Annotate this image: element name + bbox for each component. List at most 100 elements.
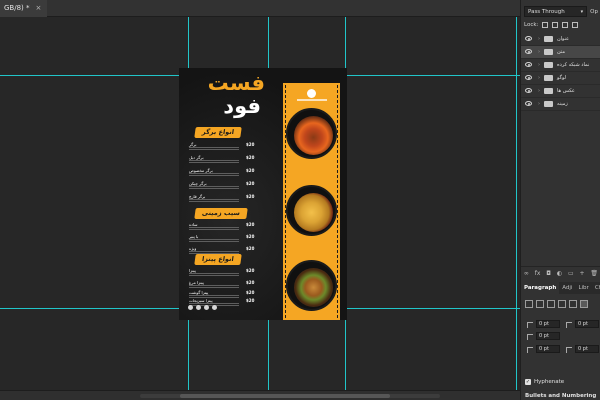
indent-right-field[interactable]: 0 pt [575, 320, 599, 328]
hyphenate-label: Hyphenate [534, 379, 565, 385]
indent-left-icon [527, 322, 533, 328]
layer-name: عنوان [557, 36, 570, 42]
menu-item-description [189, 186, 239, 189]
menu-item: برگر مخصوص $20 [189, 168, 257, 178]
eye-icon[interactable] [525, 101, 532, 106]
layer-name: نماد شبکه کرده [557, 62, 590, 68]
telegram-icon [196, 305, 201, 310]
eye-icon[interactable] [525, 75, 532, 80]
pizza-burger-photo [286, 260, 337, 311]
chevron-right-icon[interactable]: › [538, 75, 540, 81]
blend-mode-select[interactable]: Pass Through ▾ [524, 6, 588, 17]
phone-icon [212, 305, 217, 310]
space-before-icon [527, 347, 533, 353]
mask-icon[interactable]: ◘ [546, 270, 551, 277]
align-left-icon[interactable] [525, 300, 533, 308]
burger-image [294, 116, 333, 155]
link-icon[interactable]: ∞ [524, 270, 529, 277]
layer-name: عکس ها [557, 88, 575, 94]
checkbox-checked-icon[interactable]: ✓ [525, 379, 531, 385]
group-icon[interactable]: ▭ [568, 270, 574, 277]
layer-row[interactable]: › زمینه [521, 98, 600, 111]
orange-side-strip [283, 83, 340, 320]
menu-item-price: $20 [246, 142, 255, 147]
chevron-right-icon[interactable]: › [538, 49, 540, 55]
lock-position-icon[interactable] [562, 22, 569, 28]
blend-controls: Pass Through ▾ Op [524, 6, 598, 17]
new-layer-icon[interactable]: + [579, 270, 584, 277]
tab-libraries[interactable]: Libr [575, 282, 591, 294]
justify-left-icon[interactable] [558, 300, 566, 308]
food-combo-image [294, 268, 333, 307]
scrollbar-thumb[interactable] [180, 394, 390, 398]
layer-name: لوگو [557, 75, 567, 81]
space-after-field[interactable]: 0 pt [575, 345, 599, 353]
eye-icon[interactable] [525, 88, 532, 93]
section-badge-fries: سیب زمینی [194, 208, 248, 219]
justify-center-icon[interactable] [569, 300, 577, 308]
menu-item: برگر $20 [189, 142, 257, 152]
fries-image [294, 193, 333, 232]
menu-item: پیتزا $20 [189, 268, 257, 278]
folder-icon [544, 49, 553, 55]
section-badge-burgers: انواع برگر [194, 127, 242, 138]
first-line-indent-field[interactable]: 0 pt [536, 332, 560, 340]
fx-icon[interactable]: fx [535, 270, 541, 277]
document-tab-bar: GB/8) * × [0, 0, 520, 17]
tab-character[interactable]: Cha [592, 282, 600, 294]
menu-item-price: $20 [246, 290, 255, 295]
section-badge-pizza: انواع پیتزا [194, 254, 242, 265]
indent-right-icon [566, 322, 572, 328]
layer-name: متن [557, 49, 565, 55]
tab-paragraph[interactable]: Paragraph [521, 282, 560, 294]
menu-item-description [189, 147, 239, 150]
tab-adjustments[interactable]: Adji [559, 282, 575, 294]
folder-icon [544, 101, 553, 107]
layer-row[interactable]: › عکس ها [521, 85, 600, 98]
status-bar [0, 390, 520, 400]
chevron-right-icon[interactable]: › [538, 36, 540, 42]
close-icon[interactable]: × [36, 0, 42, 17]
space-after-icon [566, 347, 572, 353]
menu-item-price: $20 [246, 181, 255, 186]
canvas-area[interactable]: فست فود انواع برگر برگر $20 برگر دبل $20 ب… [0, 17, 520, 390]
guide-vertical[interactable] [516, 17, 517, 390]
align-center-icon[interactable] [536, 300, 544, 308]
chevron-right-icon[interactable]: › [538, 101, 540, 107]
trash-icon[interactable]: 🗑 [590, 270, 598, 277]
menu-item-price: $20 [246, 194, 255, 199]
chevron-right-icon[interactable]: › [538, 62, 540, 68]
menu-item-description [189, 173, 239, 176]
lock-transparency-icon[interactable] [542, 22, 549, 28]
chevron-right-icon[interactable]: › [538, 88, 540, 94]
layer-row[interactable]: › لوگو [521, 72, 600, 85]
eye-icon[interactable] [525, 36, 532, 41]
align-right-icon[interactable] [547, 300, 555, 308]
justify-right-icon[interactable] [580, 300, 588, 308]
layer-row[interactable]: › عنوان [521, 33, 600, 46]
lock-all-icon[interactable] [572, 22, 579, 28]
layers-panel: Pass Through ▾ Op Lock: › عنوان › متن › نما… [520, 0, 600, 400]
space-before-field[interactable]: 0 pt [536, 345, 560, 353]
instagram-icon [188, 305, 193, 310]
menu-poster[interactable]: فست فود انواع برگر برگر $20 برگر دبل $20 ب… [179, 68, 347, 320]
eye-icon[interactable] [525, 62, 532, 67]
menu-item-description [189, 227, 239, 230]
logo-icon [307, 89, 316, 98]
hyphenate-option[interactable]: ✓ Hyphenate [525, 379, 564, 385]
menu-item-price: $20 [246, 234, 255, 239]
horizontal-scrollbar[interactable] [140, 394, 440, 398]
indent-left-field[interactable]: 0 pt [536, 320, 560, 328]
document-tab[interactable]: GB/8) * × [0, 0, 48, 17]
folder-icon [544, 62, 553, 68]
burger-photo [286, 108, 337, 159]
lock-pixels-icon[interactable] [552, 22, 559, 28]
layer-row-selected[interactable]: › متن [521, 46, 600, 59]
layer-row[interactable]: › نماد شبکه کرده [521, 59, 600, 72]
menu-item-description [189, 199, 239, 202]
adjustment-icon[interactable]: ◐ [557, 270, 562, 277]
menu-item: برگر دبل $20 [189, 155, 257, 165]
folder-icon [544, 36, 553, 42]
eye-icon[interactable] [525, 49, 532, 54]
photoshop-window: GB/8) * × فست فود انواع برگر برگر $20 برگ… [0, 0, 600, 400]
